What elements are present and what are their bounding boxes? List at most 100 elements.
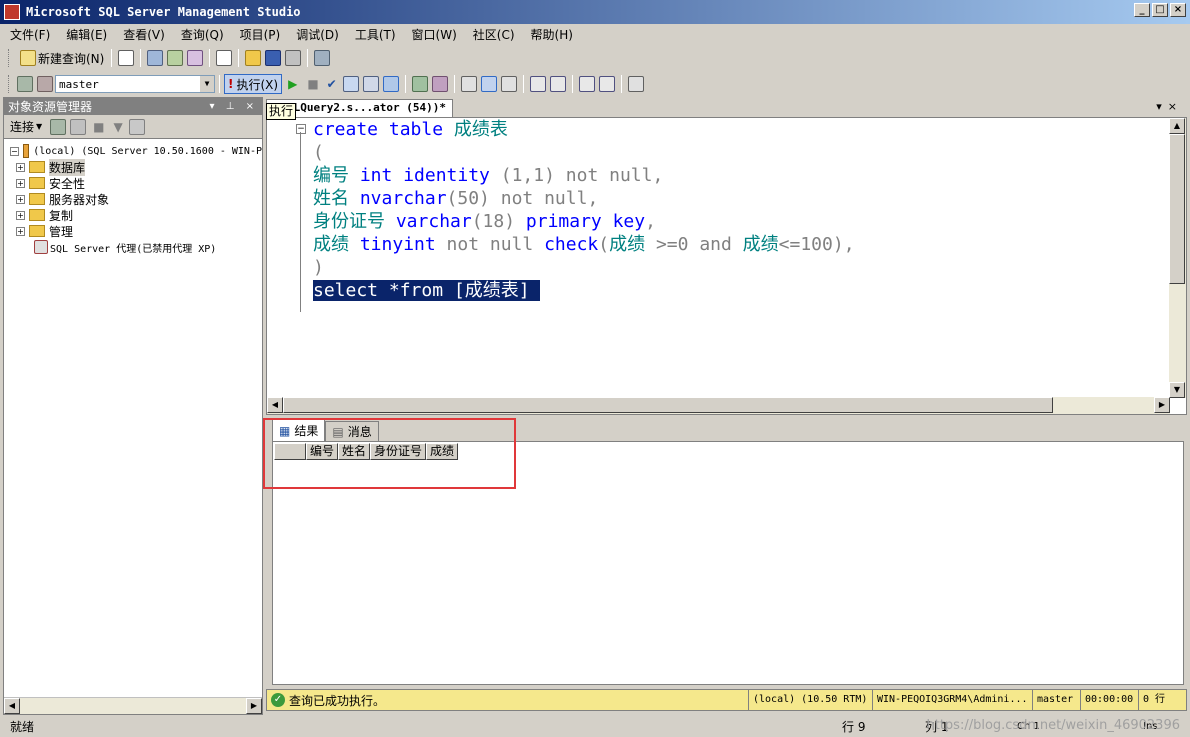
analysis-query-icon[interactable] [167, 50, 184, 66]
specify-template-values-icon[interactable] [627, 76, 644, 92]
include-plan-icon[interactable] [411, 76, 428, 92]
code-token: , [645, 211, 656, 232]
expand-icon[interactable]: + [16, 226, 25, 236]
connect-dropdown-icon[interactable]: ▼ [36, 122, 42, 131]
sql-agent-icon [34, 240, 48, 254]
stop-icon[interactable]: ■ [307, 77, 318, 91]
minimize-icon[interactable]: _ [1134, 3, 1150, 17]
expand-icon[interactable]: + [16, 162, 25, 172]
results-to-text-icon[interactable] [460, 76, 477, 92]
filter-icon[interactable]: ▼ [114, 120, 123, 134]
menu-view[interactable]: 查看(V) [123, 26, 165, 43]
connect-icon[interactable] [17, 76, 33, 92]
toolbar-separator [453, 75, 455, 93]
collapse-icon[interactable]: − [10, 146, 19, 156]
collapse-region-icon[interactable]: − [296, 124, 306, 134]
code-token: >=0 [645, 234, 700, 255]
comment-icon[interactable] [529, 76, 546, 92]
tree-node-sql-agent[interactable]: SQL Server 代理(已禁用代理 XP) [4, 239, 262, 255]
code-token: varchar [395, 211, 472, 232]
new-query-button[interactable]: 新建查询(N) [15, 48, 107, 68]
menu-tools[interactable]: 工具(T) [355, 26, 396, 43]
disconnect-icon[interactable] [70, 118, 87, 135]
expand-icon[interactable]: + [16, 210, 25, 220]
menu-project[interactable]: 项目(P) [240, 26, 281, 43]
horizontal-scrollbar[interactable]: ◀ ▶ [4, 697, 262, 714]
new-query-label: 新建查询(N) [38, 51, 105, 66]
query-engine-icon[interactable] [147, 50, 164, 66]
toolbar-grip[interactable] [8, 75, 11, 93]
scroll-right-icon[interactable]: ▶ [246, 698, 262, 714]
tree-node-management[interactable]: + 管理 [4, 223, 262, 239]
code-token: 成绩 [313, 234, 349, 255]
menu-debug[interactable]: 调试(D) [296, 26, 339, 43]
editor-horizontal-scrollbar[interactable]: ◀ ▶ [267, 397, 1170, 414]
database-select[interactable]: master ▼ [55, 75, 215, 93]
scroll-up-icon[interactable]: ▲ [1169, 118, 1185, 134]
open-file-icon[interactable] [245, 50, 262, 66]
scroll-left-icon[interactable]: ◀ [4, 698, 20, 714]
parse-check-icon[interactable]: ✔ [327, 77, 337, 91]
code-token: ) [313, 257, 324, 278]
expand-icon[interactable]: + [16, 194, 25, 204]
sql-editor-toolbar: master ▼ ! 执行(X) ▶ ■ ✔ [0, 71, 720, 97]
refresh-icon[interactable] [128, 118, 145, 135]
scroll-right-icon[interactable]: ▶ [1154, 397, 1170, 413]
activity-monitor-icon[interactable] [314, 50, 331, 66]
chevron-down-icon[interactable]: ▼ [200, 76, 214, 92]
watermark: https://blog.csdn.net/weixin_46902396 [926, 718, 1180, 733]
code-token: , [587, 188, 599, 209]
debug-play-icon[interactable]: ▶ [288, 77, 297, 91]
menu-edit[interactable]: 编辑(E) [66, 26, 107, 43]
estimated-plan-icon[interactable] [342, 76, 359, 92]
results-to-grid-icon[interactable] [382, 76, 399, 92]
tree-node-replication[interactable]: + 复制 [4, 207, 262, 223]
print-icon[interactable] [285, 50, 302, 66]
uncomment-icon[interactable] [549, 76, 566, 92]
client-statistics-icon[interactable] [431, 76, 448, 92]
window-title: Microsoft SQL Server Management Studio [26, 5, 301, 19]
connect-button[interactable]: 连接 [10, 118, 34, 135]
menu-query[interactable]: 查询(Q) [181, 26, 224, 43]
sql-editor[interactable]: − create table 成绩表(编号 int identity (1,1)… [266, 117, 1187, 415]
document-icon[interactable] [216, 50, 233, 66]
tree-node-server-objects[interactable]: + 服务器对象 [4, 191, 262, 207]
query-status-bar: ✓ 查询已成功执行。 (local) (10.50 RTM) WIN-PEQOI… [266, 689, 1187, 711]
scroll-thumb[interactable] [1169, 134, 1185, 284]
results-to-grid-active-icon[interactable] [480, 76, 497, 92]
tree-server-node[interactable]: − (local) (SQL Server 10.50.1600 - WIN-P [4, 143, 262, 159]
save-icon[interactable] [265, 50, 282, 66]
code-token: not null [500, 188, 588, 209]
tree-node-databases[interactable]: + 数据库 [4, 158, 262, 176]
window-controls: _ □ × [1134, 3, 1186, 17]
query-designer-icon[interactable] [362, 76, 379, 92]
fold-guide [300, 132, 301, 312]
scroll-left-icon[interactable]: ◀ [267, 397, 283, 413]
app-status-bar: 就绪 行 9 列 1 Ch 1 Ins https://blog.csdn.ne… [0, 716, 1190, 737]
toolbar-grip[interactable] [8, 49, 11, 67]
scroll-down-icon[interactable]: ▼ [1169, 382, 1185, 398]
sql-code[interactable]: create table 成绩表(编号 int identity (1,1) n… [313, 118, 855, 302]
panel-controls[interactable]: ▾ ⊥ × [210, 101, 258, 112]
menu-help[interactable]: 帮助(H) [531, 26, 573, 43]
stop-icon[interactable]: ■ [93, 120, 104, 134]
expand-icon[interactable]: + [16, 178, 25, 188]
scroll-thumb[interactable] [283, 397, 1053, 413]
menu-community[interactable]: 社区(C) [473, 26, 515, 43]
connect-server-icon[interactable] [50, 118, 67, 135]
new-file-icon[interactable] [118, 50, 135, 66]
decrease-indent-icon[interactable] [578, 76, 595, 92]
editor-vertical-scrollbar[interactable]: ▲ ▼ [1169, 118, 1186, 398]
execute-button[interactable]: ! 执行(X) [224, 74, 283, 94]
results-to-file-icon[interactable] [500, 76, 517, 92]
maximize-icon[interactable]: □ [1152, 3, 1168, 17]
xml-query-icon[interactable] [187, 50, 204, 66]
change-connection-icon[interactable] [37, 76, 53, 92]
toolbar-separator [522, 75, 524, 93]
close-icon[interactable]: × [1170, 3, 1186, 17]
menu-file[interactable]: 文件(F) [10, 26, 50, 43]
increase-indent-icon[interactable] [598, 76, 615, 92]
tree-node-security[interactable]: + 安全性 [4, 175, 262, 191]
menu-window[interactable]: 窗口(W) [412, 26, 457, 43]
document-controls[interactable]: ▾× [1156, 100, 1183, 113]
